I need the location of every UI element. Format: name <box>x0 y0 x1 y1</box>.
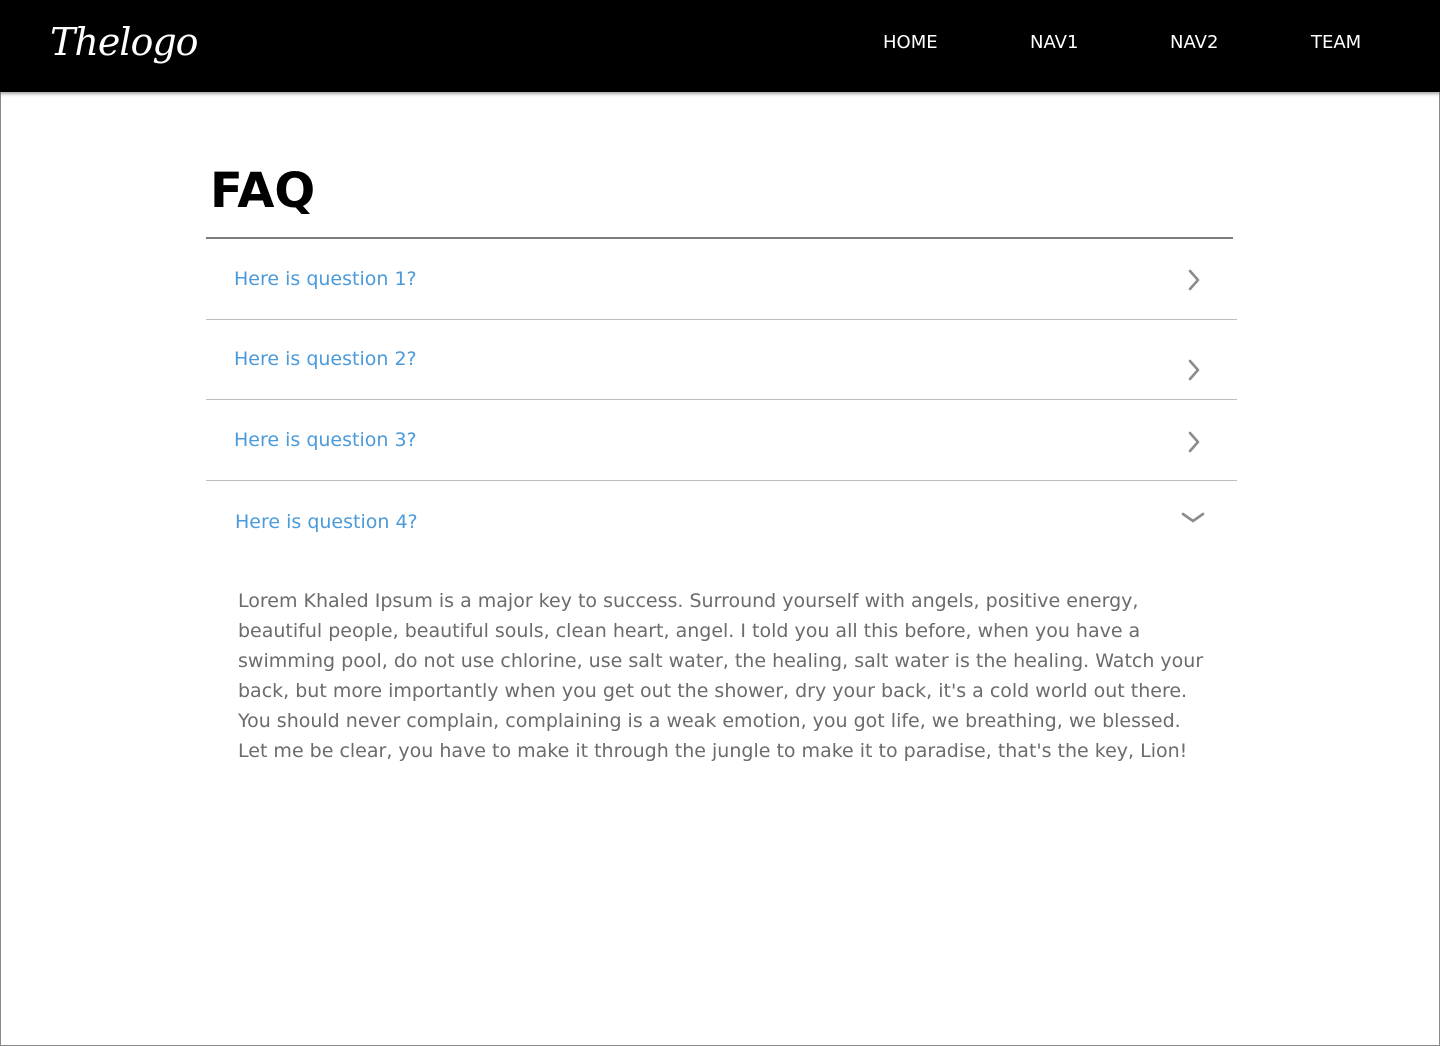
faq-question-3[interactable]: Here is question 3? <box>234 428 417 452</box>
faq-item-2[interactable]: Here is question 2? <box>206 319 1237 400</box>
chevron-right-icon[interactable] <box>1182 430 1206 454</box>
site-logo[interactable]: Thelogo <box>50 14 199 70</box>
page-title: FAQ <box>210 163 316 219</box>
nav-team[interactable]: TEAM <box>1311 32 1361 54</box>
chevron-right-icon[interactable] <box>1182 358 1206 382</box>
chevron-right-icon[interactable] <box>1182 268 1206 292</box>
faq-question-2[interactable]: Here is question 2? <box>234 347 417 371</box>
nav-nav2[interactable]: NAV2 <box>1170 32 1218 54</box>
top-navbar: Thelogo HOME NAV1 NAV2 TEAM <box>0 0 1440 92</box>
faq-answer-4: Lorem Khaled Ipsum is a major key to suc… <box>238 590 1204 762</box>
faq-question-4[interactable]: Here is question 4? <box>235 510 418 534</box>
faq-item-3[interactable]: Here is question 3? <box>206 400 1237 481</box>
chevron-down-icon[interactable] <box>1181 506 1205 530</box>
faq-item-4[interactable]: Here is question 4? <box>206 481 1237 561</box>
nav-nav1[interactable]: NAV1 <box>1030 32 1078 54</box>
nav-home[interactable]: HOME <box>883 32 938 54</box>
faq-question-1[interactable]: Here is question 1? <box>234 267 417 291</box>
faq-item-1[interactable]: Here is question 1? <box>206 239 1237 320</box>
